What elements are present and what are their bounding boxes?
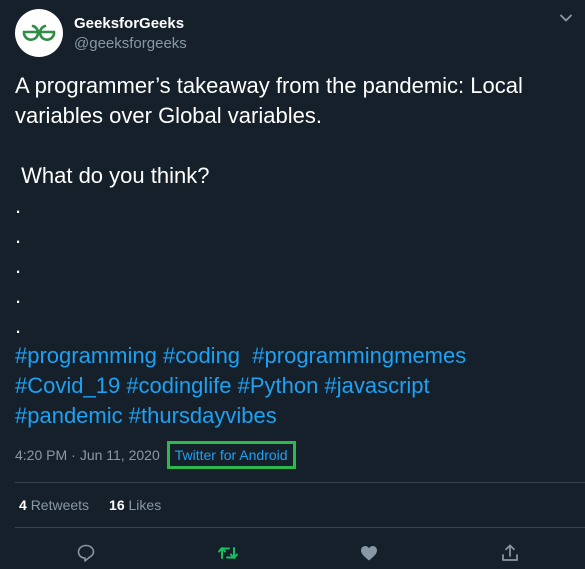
likes-count: 16: [109, 497, 125, 513]
hashtag-link[interactable]: #Python: [238, 373, 319, 398]
divider: [15, 527, 585, 528]
likes-stat[interactable]: 16 Likes: [109, 497, 161, 513]
tweet-text-line: .: [15, 193, 22, 218]
tweet-text-line: .: [15, 223, 22, 248]
like-button[interactable]: [357, 541, 381, 565]
reply-button[interactable]: [74, 541, 98, 565]
hashtag-link[interactable]: #Covid_19: [15, 373, 120, 398]
hashtag-link[interactable]: #pandemic: [15, 403, 123, 428]
retweet-icon: [218, 547, 238, 559]
hashtag-link[interactable]: #coding: [163, 343, 240, 368]
tweet-text-line: A programmer’s takeaway from the pandemi…: [15, 73, 523, 98]
share-icon: [502, 544, 518, 561]
retweets-stat[interactable]: 4 Retweets: [19, 497, 89, 513]
tweet-text-line: .: [15, 313, 22, 338]
tweet-card: GeeksforGeeks @geeksforgeeks A programme…: [0, 0, 585, 569]
tweet-stats: 4 Retweets 16 Likes: [19, 494, 181, 516]
chevron-down-icon[interactable]: [559, 11, 573, 25]
meta-separator: ·: [71, 447, 76, 463]
display-name[interactable]: GeeksforGeeks: [74, 14, 187, 33]
tweet-text-line: .: [15, 253, 22, 278]
hashtags: #programming #coding #programmingmemes #…: [15, 341, 575, 431]
hashtag-line: #Covid_19 #codinglife #Python #javascrip…: [15, 371, 575, 401]
retweets-count: 4: [19, 497, 27, 513]
divider: [15, 482, 585, 483]
tweet-time[interactable]: 4:20 PM: [15, 447, 67, 463]
tweet-meta: 4:20 PM · Jun 11, 2020 Twitter for Andro…: [15, 441, 296, 469]
hashtag-link[interactable]: #thursdayvibes: [129, 403, 277, 428]
heart-icon: [361, 546, 377, 561]
tweet-text-line: .: [15, 283, 22, 308]
likes-label: Likes: [128, 497, 162, 513]
reply-icon: [77, 544, 95, 562]
tweet-header: GeeksforGeeks @geeksforgeeks: [15, 9, 187, 57]
avatar[interactable]: [15, 9, 63, 57]
account-names: GeeksforGeeks @geeksforgeeks: [74, 14, 187, 53]
hashtag-link[interactable]: #javascript: [324, 373, 429, 398]
hashtag-link[interactable]: #programming: [15, 343, 157, 368]
hashtag-line: #pandemic #thursdayvibes: [15, 401, 575, 431]
hashtag-link[interactable]: #programmingmemes: [252, 343, 466, 368]
tweet-date[interactable]: Jun 11, 2020: [80, 447, 160, 463]
action-bar: [0, 537, 585, 569]
hashtag-link[interactable]: #codinglife: [126, 373, 231, 398]
share-button[interactable]: [498, 541, 522, 565]
hashtag-line: #programming #coding #programmingmemes: [15, 341, 575, 371]
handle[interactable]: @geeksforgeeks: [74, 34, 187, 53]
tweet-text-line: variables over Global variables.: [15, 103, 322, 128]
retweet-button[interactable]: [216, 541, 240, 565]
tweet-text-line: What do you think?: [15, 163, 210, 188]
gfg-logo-icon: [22, 24, 56, 41]
tweet-source-link[interactable]: Twitter for Android: [166, 441, 296, 469]
tweet-text: A programmer’s takeaway from the pandemi…: [15, 71, 575, 341]
retweets-label: Retweets: [30, 497, 90, 513]
